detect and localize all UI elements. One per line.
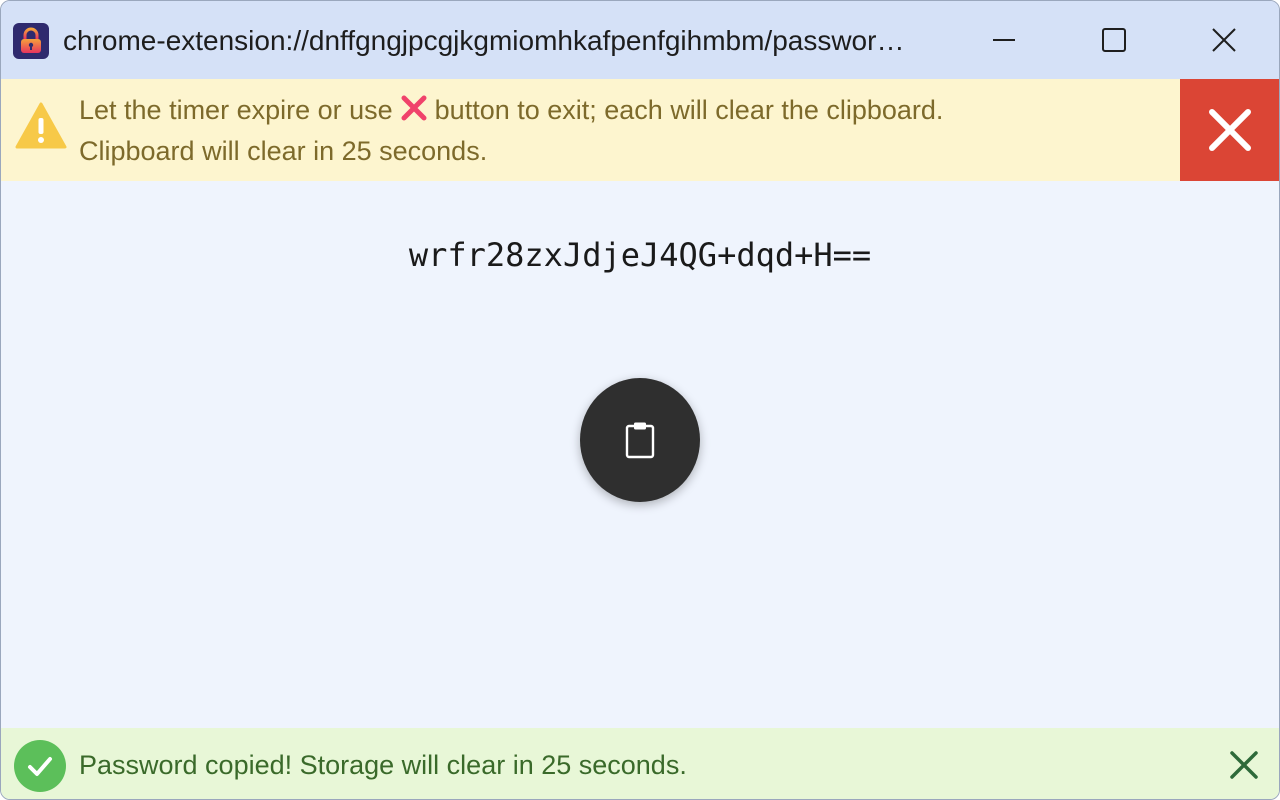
clipboard-warning-banner: Let the timer expire or use button to exi… (1, 79, 1279, 181)
check-circle-icon (14, 740, 66, 792)
window-title: chrome-extension://dnffgngjpcgjkgmiomhka… (63, 25, 905, 56)
maximize-icon (1102, 28, 1126, 52)
close-icon (1212, 28, 1236, 52)
dismiss-status-button[interactable] (1223, 744, 1265, 786)
close-window-button[interactable] (1169, 1, 1279, 79)
minimize-button[interactable] (949, 1, 1059, 79)
status-notification: Password copied! Storage will clear in 2… (1, 728, 1279, 799)
warning-message-line2: Clipboard will clear in 25 seconds. (79, 136, 488, 166)
password-value: wrfr28zxJdjeJ4QG+dqd+H== (408, 236, 872, 274)
copy-password-button[interactable] (580, 378, 700, 502)
warning-text-before: Let the timer expire or use (79, 95, 393, 125)
clipboard-icon (625, 422, 655, 459)
warning-message-line1: Let the timer expire or use button to exi… (79, 93, 943, 131)
exit-button[interactable] (1180, 79, 1279, 181)
status-message: Password copied! Storage will clear in 2… (79, 750, 687, 780)
close-icon (1208, 109, 1251, 151)
password-viewer-window: chrome-extension://dnffgngjpcgjkgmiomhka… (0, 0, 1280, 800)
cross-mark-icon (399, 93, 429, 131)
warning-text-after: button to exit; each will clear the clip… (434, 95, 944, 125)
title-bar: chrome-extension://dnffgngjpcgjkgmiomhka… (1, 1, 1279, 79)
warning-icon (15, 101, 67, 156)
lock-icon (13, 23, 49, 59)
maximize-button[interactable] (1059, 1, 1169, 79)
close-icon (1230, 751, 1258, 779)
minimize-icon (993, 39, 1015, 41)
